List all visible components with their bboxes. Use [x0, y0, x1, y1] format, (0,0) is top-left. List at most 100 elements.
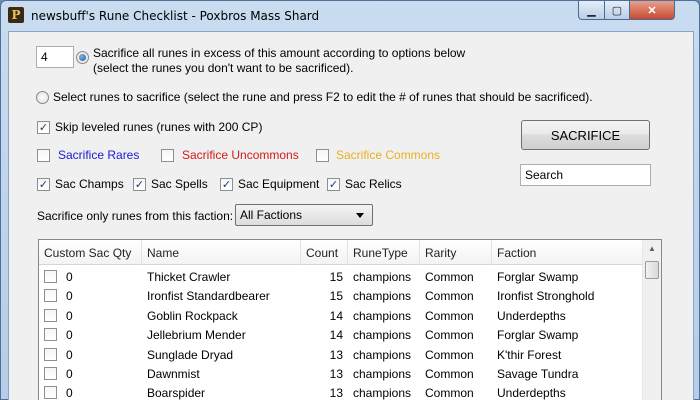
skip-leveled-label: Skip leveled runes (runes with 200 CP) — [55, 120, 263, 134]
cell-faction: Underdepths — [497, 308, 566, 323]
column-header-custom-sac-qty[interactable]: Custom Sac Qty — [39, 240, 142, 265]
column-header-runetype[interactable]: RuneType — [348, 240, 420, 265]
cell-runetype: champions — [353, 308, 412, 323]
skip-leveled-checkbox[interactable]: ✓ — [37, 121, 50, 134]
sac-champs-label: Sac Champs — [55, 177, 124, 191]
sacrifice-button[interactable]: SACRIFICE — [521, 120, 650, 150]
faction-select[interactable]: All Factions — [235, 204, 373, 226]
sacrifice-uncommons-label: Sacrifice Uncommons — [182, 148, 299, 162]
column-header-rarity[interactable]: Rarity — [420, 240, 492, 265]
cell-custom-sac-qty[interactable]: 0 — [61, 325, 141, 344]
cell-count: 13 — [329, 367, 343, 381]
sacrifice-commons-label: Sacrifice Commons — [336, 148, 441, 162]
cell-rarity: Common — [425, 386, 474, 400]
cell-name: Jellebrium Mender — [147, 328, 246, 343]
client-area: 4 Sacrifice all runes in excess of this … — [8, 31, 694, 400]
cell-rarity: Common — [425, 289, 474, 304]
cell-rarity: Common — [425, 347, 474, 362]
select-mode-label: Select runes to sacrifice (select the ru… — [53, 90, 593, 104]
close-button[interactable]: ✕ — [629, 1, 675, 20]
cell-name: Thicket Crawler — [147, 270, 231, 284]
cell-count: 13 — [329, 386, 343, 400]
cell-name: Boarspider — [147, 386, 206, 400]
cell-faction: Underdepths — [497, 386, 566, 400]
cell-rarity: Common — [425, 367, 474, 381]
sacrifice-rares-checkbox[interactable] — [37, 149, 50, 162]
cell-count: 14 — [329, 308, 343, 323]
cell-runetype: champions — [353, 386, 412, 400]
table-row[interactable]: 0 Thicket Crawler 15 champions Common Forglar… — [39, 267, 642, 286]
scrollbar-thumb[interactable] — [645, 261, 659, 279]
table-row[interactable]: 0 Goblin Rockpack 14 champions Common Underde… — [39, 306, 642, 325]
cell-rarity: Common — [425, 308, 474, 323]
cell-custom-sac-qty[interactable]: 0 — [61, 267, 141, 286]
row-checkbox[interactable] — [44, 386, 57, 400]
column-header-name[interactable]: Name — [142, 240, 301, 265]
cell-rarity: Common — [425, 328, 474, 343]
cell-name: Dawnmist — [147, 367, 200, 381]
cell-name: Ironfist Standardbearer — [147, 289, 270, 304]
sacrifice-rares-label: Sacrifice Rares — [58, 148, 140, 162]
app-icon: P — [8, 7, 24, 23]
sac-relics-label: Sac Relics — [345, 177, 402, 191]
cell-name: Sunglade Dryad — [147, 347, 234, 362]
cell-runetype: champions — [353, 347, 412, 362]
table-row[interactable]: 0 Dawnmist 13 champions Common Savage Tundra — [39, 364, 642, 383]
cell-count: 15 — [329, 289, 343, 304]
cell-custom-sac-qty[interactable]: 0 — [61, 364, 141, 383]
scroll-up-arrow-icon[interactable]: ▲ — [643, 240, 661, 257]
excess-label-line1: Sacrifice all runes in excess of this am… — [93, 46, 466, 60]
cell-runetype: champions — [353, 367, 412, 381]
cell-custom-sac-qty[interactable]: 0 — [61, 306, 141, 325]
cell-runetype: champions — [353, 328, 412, 343]
cell-faction: K'thir Forest — [497, 347, 562, 362]
table-header: Custom Sac Qty Name Count RuneType Rarit… — [39, 240, 642, 265]
select-mode-radio[interactable] — [36, 91, 49, 104]
cell-faction: Forglar Swamp — [497, 328, 579, 343]
row-checkbox[interactable] — [44, 367, 57, 380]
sac-spells-checkbox[interactable]: ✓ — [133, 178, 146, 191]
cell-faction: Ironfist Stronghold — [497, 289, 595, 304]
cell-rarity: Common — [425, 270, 474, 284]
cell-faction: Savage Tundra — [497, 367, 579, 381]
sac-equipment-checkbox[interactable]: ✓ — [220, 178, 233, 191]
maximize-button[interactable]: ▢ — [604, 1, 630, 20]
vertical-scrollbar[interactable]: ▲ — [642, 240, 661, 400]
excess-mode-radio[interactable] — [76, 51, 89, 64]
sac-champs-checkbox[interactable]: ✓ — [37, 178, 50, 191]
row-checkbox[interactable] — [44, 308, 57, 322]
table-row[interactable]: 0 Ironfist Standardbearer 15 champions Commo… — [39, 286, 642, 305]
excess-label-line2: (select the runes you don't want to be s… — [93, 61, 354, 75]
faction-label: Sacrifice only runes from this faction: — [37, 209, 234, 223]
sacrifice-uncommons-checkbox[interactable] — [161, 149, 174, 162]
excess-amount-input[interactable]: 4 — [36, 46, 74, 68]
column-header-count[interactable]: Count — [301, 240, 348, 265]
cell-custom-sac-qty[interactable]: 0 — [61, 286, 141, 305]
row-checkbox[interactable] — [44, 347, 57, 361]
rune-table[interactable]: Custom Sac Qty Name Count RuneType Rarit… — [38, 239, 662, 400]
column-header-faction[interactable]: Faction — [492, 240, 642, 265]
main-window: P newsbuff's Rune Checklist - Poxbros Ma… — [0, 0, 700, 400]
cell-count: 13 — [329, 347, 343, 362]
table-row[interactable]: 0 Boarspider 13 champions Common Underdepths — [39, 383, 642, 400]
row-checkbox[interactable] — [44, 328, 57, 342]
chevron-down-icon — [356, 213, 364, 218]
cell-runetype: champions — [353, 289, 412, 304]
table-row[interactable]: 0 Sunglade Dryad 13 champions Common K'thir F… — [39, 345, 642, 364]
sacrifice-commons-checkbox[interactable] — [316, 149, 329, 162]
sac-spells-label: Sac Spells — [151, 177, 208, 191]
sac-relics-checkbox[interactable]: ✓ — [327, 178, 340, 191]
minimize-button[interactable]: ▁ — [578, 1, 605, 20]
table-row[interactable]: 0 Jellebrium Mender 14 champions Common Forgl… — [39, 325, 642, 344]
cell-count: 14 — [329, 328, 343, 343]
row-checkbox[interactable] — [44, 270, 57, 283]
cell-runetype: champions — [353, 270, 412, 284]
window-title: newsbuff's Rune Checklist - Poxbros Mass… — [31, 9, 320, 23]
cell-count: 15 — [329, 270, 343, 284]
row-checkbox[interactable] — [44, 289, 57, 303]
cell-faction: Forglar Swamp — [497, 270, 579, 284]
cell-custom-sac-qty[interactable]: 0 — [61, 345, 141, 364]
search-input[interactable]: Search — [520, 164, 651, 186]
cell-name: Goblin Rockpack — [147, 308, 238, 323]
cell-custom-sac-qty[interactable]: 0 — [61, 383, 141, 400]
